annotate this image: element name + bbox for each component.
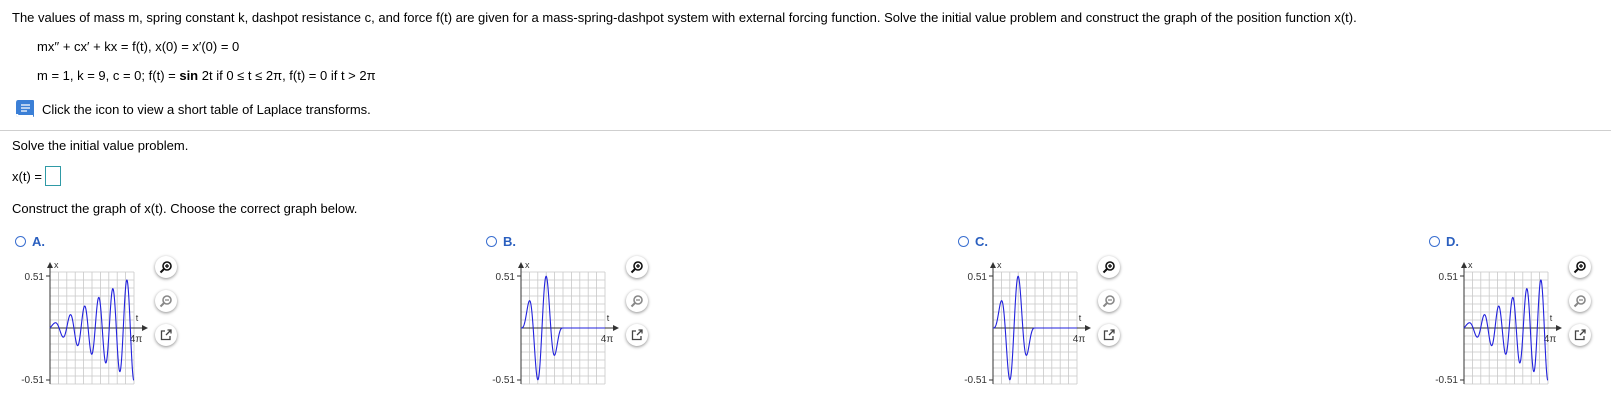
radio-button[interactable] (958, 236, 969, 247)
zoom-out-icon (1573, 295, 1586, 308)
option-a: A. 0.51 -0.51 x t 4π (12, 234, 202, 404)
zoom-in-button[interactable] (155, 256, 177, 278)
popout-button[interactable] (1569, 324, 1591, 346)
y-axis-label: x (54, 260, 59, 270)
option-b: B. 0.51 -0.51 x t 4π (483, 234, 673, 404)
option-b-choice[interactable]: B. (486, 234, 516, 249)
zoom-out-icon (159, 295, 172, 308)
x-axis-arrow (1085, 325, 1091, 331)
y-top-label: 0.51 (1439, 272, 1459, 283)
option-c-choice[interactable]: C. (958, 234, 988, 249)
params-prefix: m = 1, k = 9, c = 0; f(t) = (37, 68, 180, 83)
x-axis-arrow (1556, 325, 1562, 331)
y-top-label: 0.51 (496, 272, 516, 283)
y-bottom-label: -0.51 (492, 375, 515, 386)
zoom-in-icon (159, 261, 172, 274)
y-bottom-label: -0.51 (1435, 375, 1458, 386)
differential-equation: mx′′ + cx′ + kx = f(t), x(0) = x′(0) = 0 (37, 39, 240, 54)
construct-prompt: Construct the graph of x(t). Choose the … (12, 201, 358, 216)
y-axis-label: x (525, 260, 530, 270)
answer-input[interactable] (44, 166, 61, 186)
zoom-in-button[interactable] (1569, 256, 1591, 278)
parameters: m = 1, k = 9, c = 0; f(t) = sin 2t if 0 … (37, 68, 376, 83)
answer-label: x(t) = (12, 168, 42, 184)
x-tick-label: 4π (1544, 334, 1557, 345)
y-axis-label: x (997, 260, 1002, 270)
x-axis-arrow (142, 325, 148, 331)
y-top-label: 0.51 (25, 272, 45, 283)
y-top-label: 0.51 (968, 272, 988, 283)
option-d-choice[interactable]: D. (1429, 234, 1459, 249)
option-letter: B. (503, 234, 516, 249)
zoom-in-button[interactable] (626, 256, 648, 278)
zoom-out-button[interactable] (1569, 290, 1591, 312)
answer-row: x(t) = (12, 166, 61, 186)
option-a-choice[interactable]: A. (15, 234, 45, 249)
section-divider (0, 130, 1611, 131)
x-axis-label: t (136, 313, 139, 323)
laplace-link-row: Click the icon to view a short table of … (14, 99, 371, 119)
graph-plot: 0.51 -0.51 x t 4π (964, 260, 1091, 386)
zoom-in-button[interactable] (1098, 256, 1120, 278)
x-tick-label: 4π (130, 334, 143, 345)
y-axis-arrow (518, 262, 524, 268)
graph-plot: 0.51 -0.51 x t 4π (492, 260, 619, 386)
x-tick-label: 4π (1073, 334, 1086, 345)
problem-statement: The values of mass m, spring constant k,… (12, 10, 1357, 25)
book-icon[interactable] (14, 99, 36, 119)
external-link-icon (631, 329, 643, 341)
y-axis-label: x (1468, 260, 1473, 270)
radio-button[interactable] (15, 236, 26, 247)
option-letter: C. (975, 234, 988, 249)
zoom-in-icon (630, 261, 643, 274)
y-axis-arrow (990, 262, 996, 268)
zoom-out-button[interactable] (1098, 290, 1120, 312)
x-axis-label: t (607, 313, 610, 323)
x-axis-arrow (613, 325, 619, 331)
x-axis-label: t (1550, 313, 1553, 323)
popout-button[interactable] (1098, 324, 1120, 346)
radio-button[interactable] (486, 236, 497, 247)
y-bottom-label: -0.51 (21, 375, 44, 386)
external-link-icon (1103, 329, 1115, 341)
y-axis-arrow (47, 262, 53, 268)
params-suffix: 2t if 0 ≤ t ≤ 2π, f(t) = 0 if t > 2π (198, 68, 376, 83)
graph-plot: 0.51 -0.51 x t 4π (21, 260, 148, 386)
zoom-out-icon (1102, 295, 1115, 308)
zoom-in-icon (1102, 261, 1115, 274)
option-c: C. 0.51 -0.51 x t 4π (955, 234, 1145, 404)
x-tick-label: 4π (601, 334, 614, 345)
popout-button[interactable] (155, 324, 177, 346)
params-sin: sin (179, 68, 199, 83)
popout-button[interactable] (626, 324, 648, 346)
graph-plot: 0.51 -0.51 x t 4π (1435, 260, 1562, 386)
external-link-icon (160, 329, 172, 341)
zoom-out-button[interactable] (626, 290, 648, 312)
y-axis-arrow (1461, 262, 1467, 268)
x-axis-label: t (1079, 313, 1082, 323)
radio-button[interactable] (1429, 236, 1440, 247)
option-letter: D. (1446, 234, 1459, 249)
zoom-out-icon (630, 295, 643, 308)
solve-prompt: Solve the initial value problem. (12, 138, 189, 153)
laplace-link-text: Click the icon to view a short table of … (42, 101, 371, 117)
zoom-out-button[interactable] (155, 290, 177, 312)
option-d: D. 0.51 -0.51 x t 4π (1426, 234, 1611, 404)
y-bottom-label: -0.51 (964, 375, 987, 386)
external-link-icon (1574, 329, 1586, 341)
zoom-in-icon (1573, 261, 1586, 274)
option-letter: A. (32, 234, 45, 249)
